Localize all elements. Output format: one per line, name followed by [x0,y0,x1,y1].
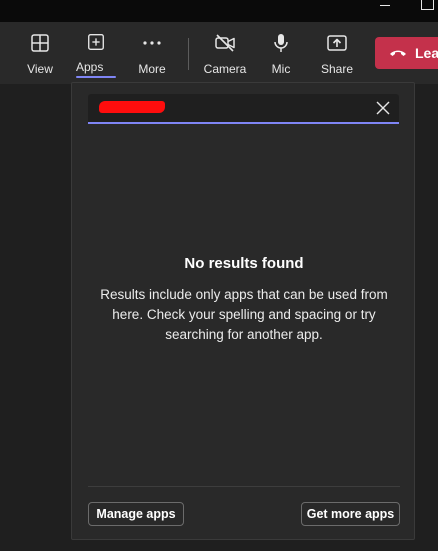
leave-label: Leave [415,45,438,61]
camera-button[interactable]: Camera [197,32,253,78]
clear-search-button[interactable] [375,100,391,116]
share-button[interactable]: Share [309,32,365,78]
apps-label: Apps [76,60,116,78]
apps-flyout-panel: No results found Results include only ap… [71,82,415,540]
share-icon [327,35,347,51]
meeting-toolbar: View Apps More Camera Mic Share Lea [0,22,438,84]
more-label: More [138,62,166,76]
app-search-box [88,94,399,124]
phone-hangup-icon [390,50,406,56]
leave-button[interactable]: Leave [375,37,438,69]
mic-button[interactable]: Mic [253,32,309,78]
maximize-icon[interactable] [421,0,434,10]
more-dots-icon [143,41,161,45]
camera-label: Camera [203,62,247,76]
app-search-input[interactable] [96,98,366,118]
add-square-icon [88,34,104,50]
mic-icon [274,34,288,52]
grid-icon [31,34,49,52]
more-button[interactable]: More [124,32,180,78]
get-more-apps-button[interactable]: Get more apps [301,502,400,526]
toolbar-divider [188,38,189,70]
close-icon [376,101,390,115]
panel-divider [88,486,400,487]
title-bar [0,0,438,22]
manage-apps-button[interactable]: Manage apps [88,502,184,526]
apps-button[interactable]: Apps [68,32,124,78]
view-label: View [27,62,53,76]
view-button[interactable]: View [12,32,68,78]
empty-state-title: No results found [184,255,304,272]
minimize-icon[interactable] [380,2,390,12]
empty-state-message: Results include only apps that can be us… [100,287,388,342]
camera-off-icon [215,34,235,52]
share-label: Share [320,62,354,76]
mic-label: Mic [271,62,291,76]
